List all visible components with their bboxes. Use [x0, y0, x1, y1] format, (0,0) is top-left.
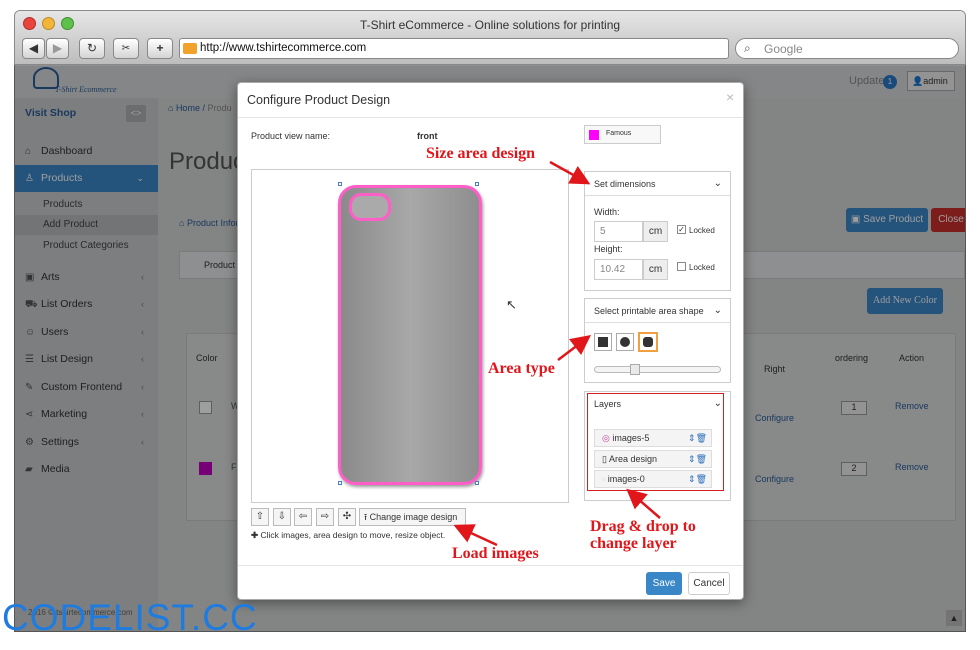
arrow-area-type: [557, 334, 591, 361]
annotation-size-area: Size area design: [426, 145, 536, 162]
annotation-area-type: Area type: [488, 360, 555, 377]
arrow-load-images: [453, 524, 498, 547]
arrow-size-area: [549, 160, 591, 185]
watermark: CODELIST.CC: [2, 597, 258, 638]
annotation-drag-drop-1: Drag & drop to: [590, 518, 696, 535]
annotation-load-images: Load images: [452, 545, 539, 562]
arrow-layers: [626, 488, 661, 519]
annotation-drag-drop-2: change layer: [590, 535, 677, 552]
